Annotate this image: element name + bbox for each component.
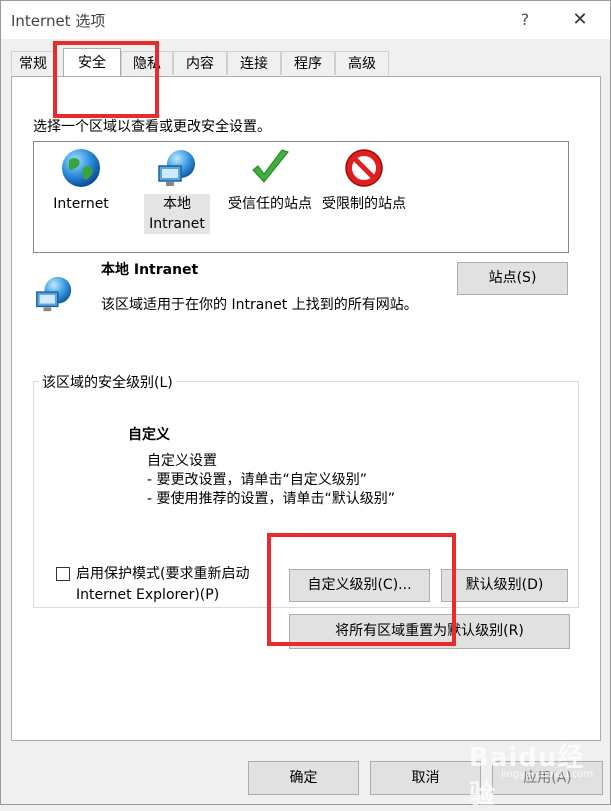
zone-restricted-sites[interactable]: 受限制的站点 (318, 142, 410, 214)
default-level-button[interactable]: 默认级别(D) (441, 569, 568, 602)
title-bar: Internet 选项 ? ✕ (1, 1, 610, 39)
tab-programs[interactable]: 程序 (281, 51, 335, 75)
cancel-button[interactable]: 取消 (370, 761, 481, 795)
checkmark-icon (252, 149, 289, 183)
close-button[interactable]: ✕ (566, 6, 594, 34)
zone-local-intranet[interactable]: 本地 Intranet (144, 142, 210, 234)
zone-instruction: 选择一个区域以查看或更改安全设置。 (33, 119, 271, 135)
custom-level-button[interactable]: 自定义级别(C)... (289, 569, 430, 602)
baidu-watermark-url: jingyan.baidu.com (501, 769, 594, 780)
tab-content[interactable]: 内容 (173, 51, 227, 75)
tab-general[interactable]: 常规 (11, 51, 55, 75)
zone-trusted-label: 受信任的站点 (228, 196, 312, 212)
zone-intranet-label: 本地 Intranet (144, 194, 210, 234)
zone-restricted-label: 受限制的站点 (322, 196, 406, 212)
selected-zone-description: 该区域适用于在你的 Intranet 上找到的所有网站。 (101, 297, 418, 313)
zone-trusted-sites[interactable]: 受信任的站点 (224, 142, 316, 214)
tab-connections[interactable]: 连接 (227, 51, 281, 75)
tab-security[interactable]: 安全 (63, 48, 121, 76)
network-globe-icon (158, 150, 195, 186)
security-level-description: 自定义设置 - 要更改设置，请单击“自定义级别” - 要使用推荐的设置，请单击“… (147, 453, 396, 507)
network-globe-icon (36, 276, 72, 312)
tab-advanced[interactable]: 高级 (335, 51, 389, 75)
security-level-name: 自定义 (128, 427, 170, 443)
ok-button[interactable]: 确定 (248, 761, 359, 795)
zone-list: Internet 本地 Intranet 受信任的站点 受限制的站点 (33, 141, 569, 253)
tab-privacy[interactable]: 隐私 (121, 51, 173, 75)
globe-icon (62, 149, 100, 187)
protected-mode-label: 启用保护模式(要求重新启动 Internet Explorer)(P) (76, 566, 250, 603)
window-title: Internet 选项 (11, 12, 106, 30)
reset-all-zones-button[interactable]: 将所有区域重置为默认级别(R) (289, 614, 570, 649)
sites-button[interactable]: 站点(S) (457, 262, 568, 295)
help-button[interactable]: ? (513, 6, 537, 34)
restricted-icon (345, 149, 383, 187)
zone-internet[interactable]: Internet (46, 142, 116, 214)
zone-internet-label: Internet (53, 196, 109, 212)
security-level-label: 该区域的安全级别(L) (39, 372, 176, 392)
internet-options-window: Internet 选项 ? ✕ 常规 安全 隐私 内容 连接 程序 高级 选择一… (0, 0, 611, 810)
protected-mode-checkbox[interactable] (56, 567, 70, 581)
selected-zone-name: 本地 Intranet (101, 262, 199, 278)
